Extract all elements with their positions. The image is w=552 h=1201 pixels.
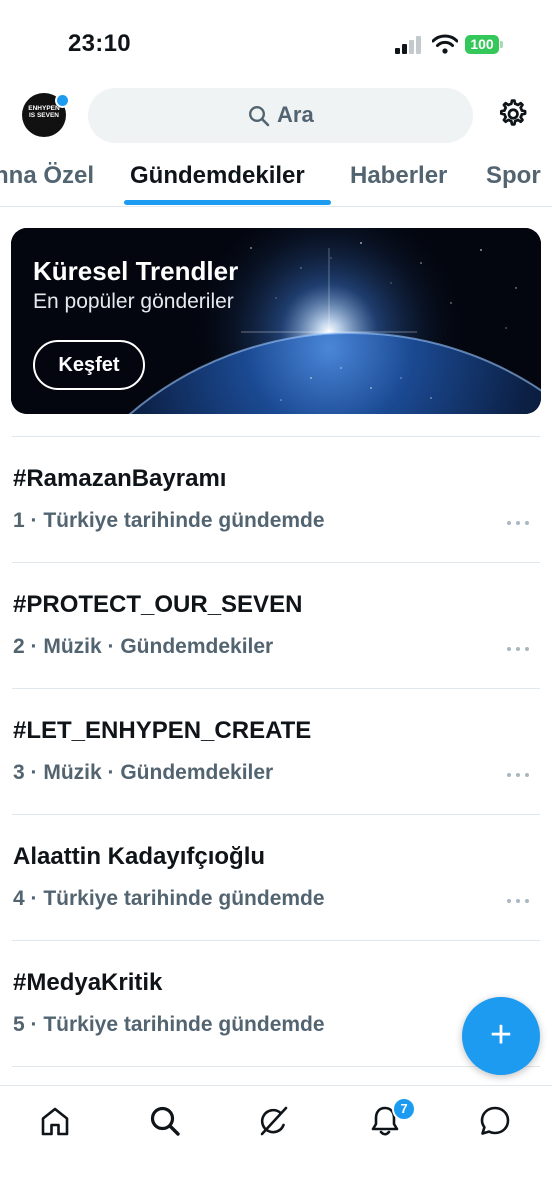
active-tab-indicator bbox=[124, 200, 331, 205]
search-icon bbox=[248, 105, 270, 127]
battery-level: 100 bbox=[470, 36, 494, 52]
global-trends-banner[interactable]: Küresel Trendler En popüler gönderiler K… bbox=[11, 228, 541, 414]
divider bbox=[12, 1066, 540, 1067]
trend-meta: 3 · Müzik · Gündemdekiler bbox=[13, 761, 274, 784]
wifi-icon bbox=[432, 34, 458, 54]
search-placeholder: Ara bbox=[277, 102, 314, 127]
signal-icon bbox=[395, 36, 421, 54]
trend-meta: 1 · Türkiye tarihinde gündemde bbox=[13, 509, 325, 532]
search-icon[interactable] bbox=[147, 1103, 183, 1139]
battery-icon: 100 bbox=[465, 35, 503, 54]
trend-name: #PROTECT_OUR_SEVEN bbox=[13, 591, 303, 618]
tab-gundemdekiler[interactable]: Gündemdekiler bbox=[130, 162, 305, 190]
notification-badge: 7 bbox=[392, 1097, 416, 1121]
home-icon[interactable] bbox=[37, 1103, 73, 1139]
banner-subtitle: En popüler gönderiler bbox=[33, 290, 234, 313]
trend-meta: 5 · Türkiye tarihinde gündemde bbox=[13, 1013, 325, 1036]
search-bar[interactable]: Ara bbox=[88, 88, 473, 143]
compose-button[interactable]: + bbox=[462, 997, 540, 1075]
avatar-text-line2: IS SEVEN bbox=[29, 112, 59, 119]
more-icon[interactable] bbox=[505, 513, 531, 533]
status-time: 23:10 bbox=[68, 30, 131, 57]
trend-name: #RamazanBayramı bbox=[13, 465, 227, 492]
avatar-status-dot bbox=[55, 93, 70, 108]
explore-tabs: nna Özel Gündemdekiler Haberler Spor bbox=[0, 150, 552, 207]
trend-item[interactable]: #PROTECT_OUR_SEVEN 2 · Müzik · Gündemdek… bbox=[0, 563, 552, 689]
trend-name: #LET_ENHYPEN_CREATE bbox=[13, 717, 312, 744]
trend-name: #MedyaKritik bbox=[13, 969, 163, 996]
gear-icon[interactable] bbox=[495, 97, 529, 131]
messages-icon[interactable] bbox=[477, 1103, 513, 1139]
trend-item[interactable]: Alaattin Kadayıfçıoğlu 4 · Türkiye tarih… bbox=[0, 815, 552, 941]
bottom-nav bbox=[0, 1085, 552, 1201]
trend-meta: 2 · Müzik · Gündemdekiler bbox=[13, 635, 274, 658]
more-icon[interactable] bbox=[505, 891, 531, 911]
grok-icon[interactable] bbox=[256, 1103, 292, 1139]
status-bar: 23:10 100 bbox=[0, 0, 552, 80]
trend-item[interactable]: #LET_ENHYPEN_CREATE 3 · Müzik · Gündemde… bbox=[0, 689, 552, 815]
trend-name: Alaattin Kadayıfçıoğlu bbox=[13, 843, 266, 870]
trend-meta: 4 · Türkiye tarihinde gündemde bbox=[13, 887, 325, 910]
banner-title: Küresel Trendler bbox=[33, 256, 239, 286]
tab-sana-ozel[interactable]: nna Özel bbox=[0, 162, 94, 190]
more-icon[interactable] bbox=[505, 765, 531, 785]
trend-item[interactable]: #RamazanBayramı 1 · Türkiye tarihinde gü… bbox=[0, 437, 552, 563]
tab-spor[interactable]: Spor bbox=[486, 162, 541, 190]
explore-button[interactable]: Keşfet bbox=[33, 340, 145, 390]
plus-icon: + bbox=[489, 1014, 513, 1056]
tab-haberler[interactable]: Haberler bbox=[350, 162, 447, 190]
more-icon[interactable] bbox=[505, 639, 531, 659]
